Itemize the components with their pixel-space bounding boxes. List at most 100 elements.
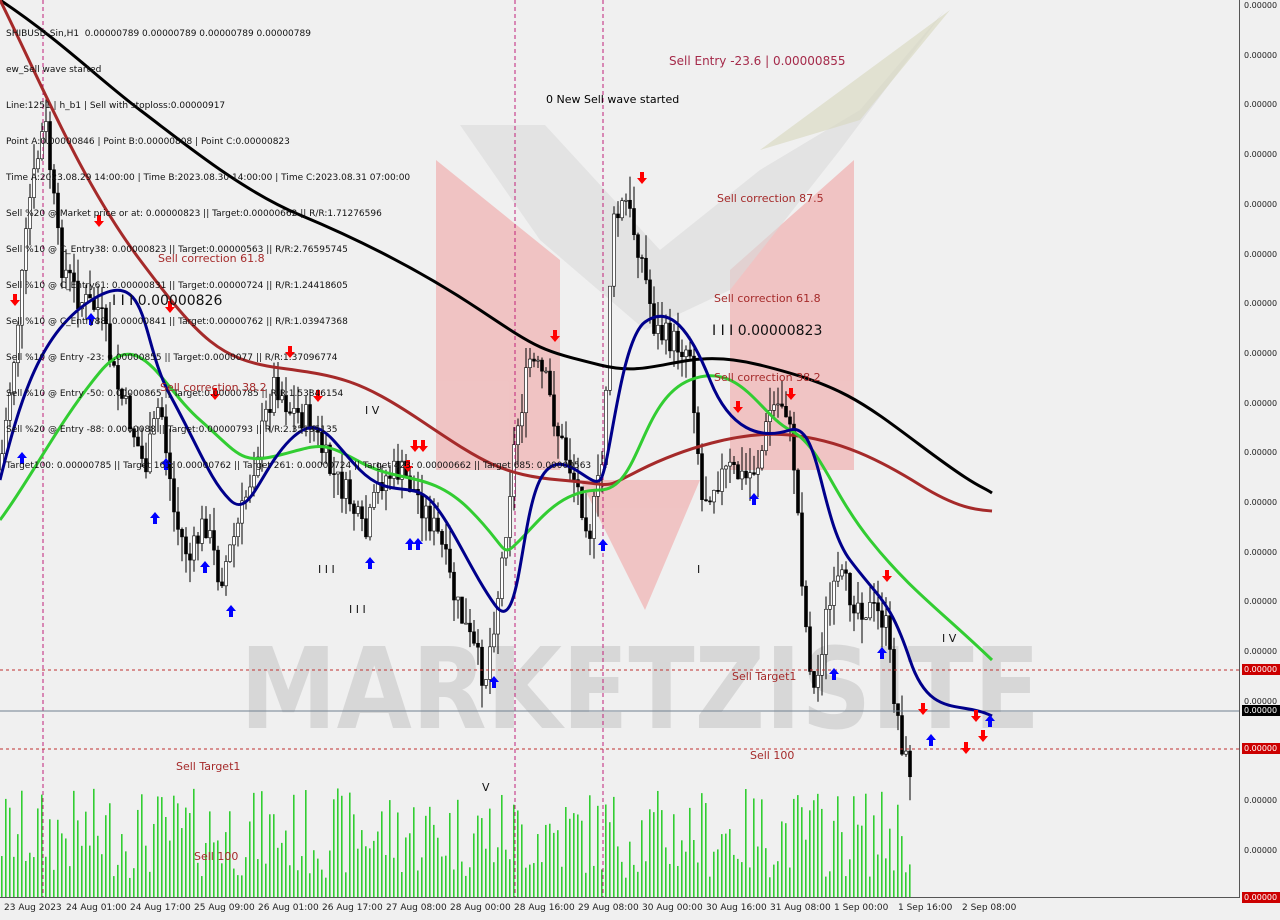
volume-bar [193,788,195,897]
time-tick-label: 30 Aug 00:00 [642,903,703,913]
price-tick-label: 0.00000 [1244,647,1278,657]
volume-bar [601,869,603,897]
volume-bar [429,806,431,897]
price-tick-label: 0.00000 [1244,100,1278,110]
volume-bar [773,864,775,897]
info-line: Sell %10 @ C_Entry61: 0.00000831 || Targ… [6,281,348,291]
sell-100-left-label: Sell 100 [194,850,239,863]
sell-target1-right-label: Sell Target1 [732,670,797,683]
volume-bar [569,818,571,897]
candle-body [592,496,596,539]
volume-bar [29,852,31,897]
volume-bar [201,876,203,897]
sell-arrow-icon [882,570,892,582]
volume-bar [337,788,339,897]
candle-body [668,322,672,352]
sell-correction-875-label: Sell correction 87.5 [717,192,824,205]
candle-body [228,544,232,562]
volume-bar [401,871,403,897]
volume-bar [389,800,391,897]
candle-body [892,649,896,704]
candle-body [716,489,720,492]
price-tick-label: 0.00000 [1244,249,1278,259]
info-line: Time A:2023.08.29 14:00:00 | Time B:2023… [6,173,411,183]
volume-bar [625,877,627,897]
volume-bar [405,837,407,897]
volume-bar [417,870,419,897]
candle-body [876,602,880,612]
candle-body [760,450,764,469]
volume-bar [657,790,659,897]
volume-bar [537,834,539,897]
volume-bar [165,816,167,897]
candle-body [624,199,628,202]
volume-bar [461,861,463,897]
volume-bar [321,869,323,897]
volume-bar [157,796,159,897]
info-line: Point A:0.00000846 | Point B:0.00000808 … [6,137,290,147]
chart-area[interactable]: MARKETZISITE SHIBUSD-Sin,H1 0.00000789 0… [0,0,1240,898]
volume-bar [505,849,507,897]
candle-body [680,351,684,357]
volume-bar [433,824,435,897]
volume-bar [877,854,879,897]
volume-bar [837,796,839,897]
volume-bar [309,873,311,897]
volume-bar [73,790,75,897]
volume-bar [541,862,543,897]
volume-bar [605,804,607,897]
volume-bar [105,815,107,897]
candle-body [476,642,480,648]
volume-bar [905,872,907,897]
volume-bar [637,871,639,897]
volume-bar [901,836,903,897]
candle-body [448,548,452,573]
volume-bar [749,867,751,897]
candle-body [872,602,876,604]
candle-body [436,517,440,532]
volume-bar [317,858,319,897]
volume-bar [821,808,823,897]
volume-bar [885,858,887,897]
volume-bar [613,796,615,897]
volume-bar [265,863,267,897]
candle-body [196,535,200,544]
volume-bar [21,790,23,897]
volume-bar [465,875,467,897]
candle-body [616,213,620,219]
candle-body [212,530,216,551]
candle-body [672,330,676,352]
price-tick-label: 0.00000 [1244,845,1278,855]
volume-bar [473,833,475,897]
volume-bar [285,830,287,897]
volume-bar [293,794,295,897]
price-tick-label: 0.00000 [1244,796,1278,806]
volume-bar [769,877,771,897]
volume-bar [37,808,39,897]
volume-bar [649,809,651,897]
candle-body [780,403,784,407]
volume-bar [301,856,303,897]
candle-body [492,633,496,648]
volume-bar [493,862,495,897]
volume-bar [781,821,783,897]
buy-arrow-icon [598,539,608,551]
volume-bar [829,871,831,897]
volume-bar [41,794,43,897]
volume-bar [357,848,359,897]
price-tick-label: 0.00000 [1244,398,1278,408]
candle-body [364,518,368,538]
info-panel: SHIBUSD-Sin,H1 0.00000789 0.00000789 0.0… [6,4,591,496]
volume-bar [9,807,11,897]
volume-bar [169,840,171,897]
volume-bar [721,834,723,897]
volume-bar [245,857,247,897]
volume-bar [489,808,491,897]
volume-bar [581,820,583,897]
candle-body [628,199,632,209]
volume-bar [61,833,63,897]
candle-body [184,536,188,555]
volume-bar [49,819,51,897]
volume-bar [545,824,547,897]
watermark-text: MARKETZISITE [240,625,1040,755]
